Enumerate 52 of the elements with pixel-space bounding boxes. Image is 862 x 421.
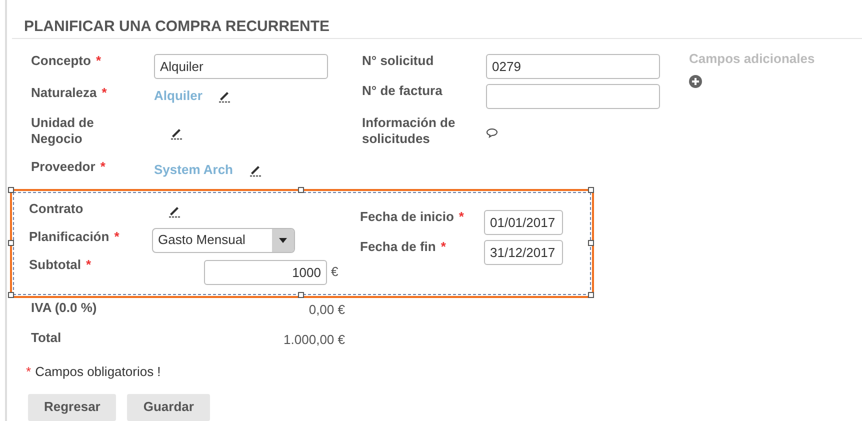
date-field[interactable]: 01/01/2017	[484, 210, 563, 234]
required-mark: *	[102, 85, 107, 101]
dropdown[interactable]: Gasto Mensual	[152, 228, 295, 252]
total-value: 1.000,00 €	[282, 331, 345, 349]
required-mark: *	[114, 229, 120, 245]
required-mark: *	[86, 257, 92, 273]
total-label: IVA (0.0 %)	[31, 300, 98, 317]
total-value: 0,00 €	[308, 301, 345, 319]
field-label: Naturaleza	[31, 85, 97, 101]
resize-handle[interactable]	[588, 240, 594, 246]
comment-icon[interactable]	[486, 128, 498, 138]
page-title: PLANIFICAR UNA COMPRA RECURRENTE	[23, 17, 331, 37]
date-field[interactable]: 31/12/2017	[484, 240, 563, 264]
edit-icon[interactable]	[167, 204, 181, 218]
extra-fields-label: Campos adicionales	[689, 51, 815, 67]
required-mark: *	[26, 364, 32, 379]
resize-handle[interactable]	[8, 292, 14, 298]
edit-icon[interactable]	[169, 126, 183, 140]
total-label: Total	[31, 330, 62, 347]
amount-field[interactable]: 1000	[204, 260, 327, 284]
required-note: Campos obligatorios !	[35, 364, 161, 379]
field-label: Proveedor	[31, 159, 96, 175]
field-label: Fecha de inicio	[360, 209, 454, 225]
required-mark: *	[100, 159, 106, 175]
required-mark: *	[440, 239, 446, 255]
resize-handle[interactable]	[588, 187, 594, 193]
field-label: Fecha de fin	[360, 239, 436, 255]
currency-unit: €	[331, 263, 338, 282]
field-label: Subtotal	[29, 257, 81, 273]
action-button[interactable]: Guardar	[127, 394, 210, 420]
action-button[interactable]: Regresar	[28, 394, 116, 420]
field-label: N° solicitud	[362, 53, 434, 69]
field-label: N° de factura	[362, 83, 442, 99]
field-label: Concepto	[31, 53, 91, 69]
text-field[interactable]: Alquiler	[154, 54, 328, 78]
resize-handle[interactable]	[8, 240, 14, 246]
required-mark: *	[458, 209, 464, 225]
resize-handle[interactable]	[8, 187, 14, 193]
resize-handle[interactable]	[298, 187, 304, 193]
text-field[interactable]	[486, 84, 660, 108]
required-mark: *	[96, 53, 102, 69]
edit-icon[interactable]	[217, 89, 232, 103]
resize-handle[interactable]	[588, 292, 594, 298]
selection-frame[interactable]: Contrato Planificación * Gasto Mensual Subtotal * 1000 € Fecha de inicio * 01/01/2017 Fecha de fin * 31/12/2017	[10, 189, 594, 298]
field-label: Planificación	[29, 229, 110, 245]
text-field[interactable]: 0279	[486, 54, 660, 78]
field-label: Información de solicitudes	[362, 115, 456, 147]
field-label: Unidad de Negocio	[31, 115, 95, 147]
edit-icon[interactable]	[248, 163, 262, 177]
field-label: Contrato	[29, 201, 84, 217]
resize-handle[interactable]	[298, 292, 304, 298]
caret-icon	[279, 238, 287, 242]
